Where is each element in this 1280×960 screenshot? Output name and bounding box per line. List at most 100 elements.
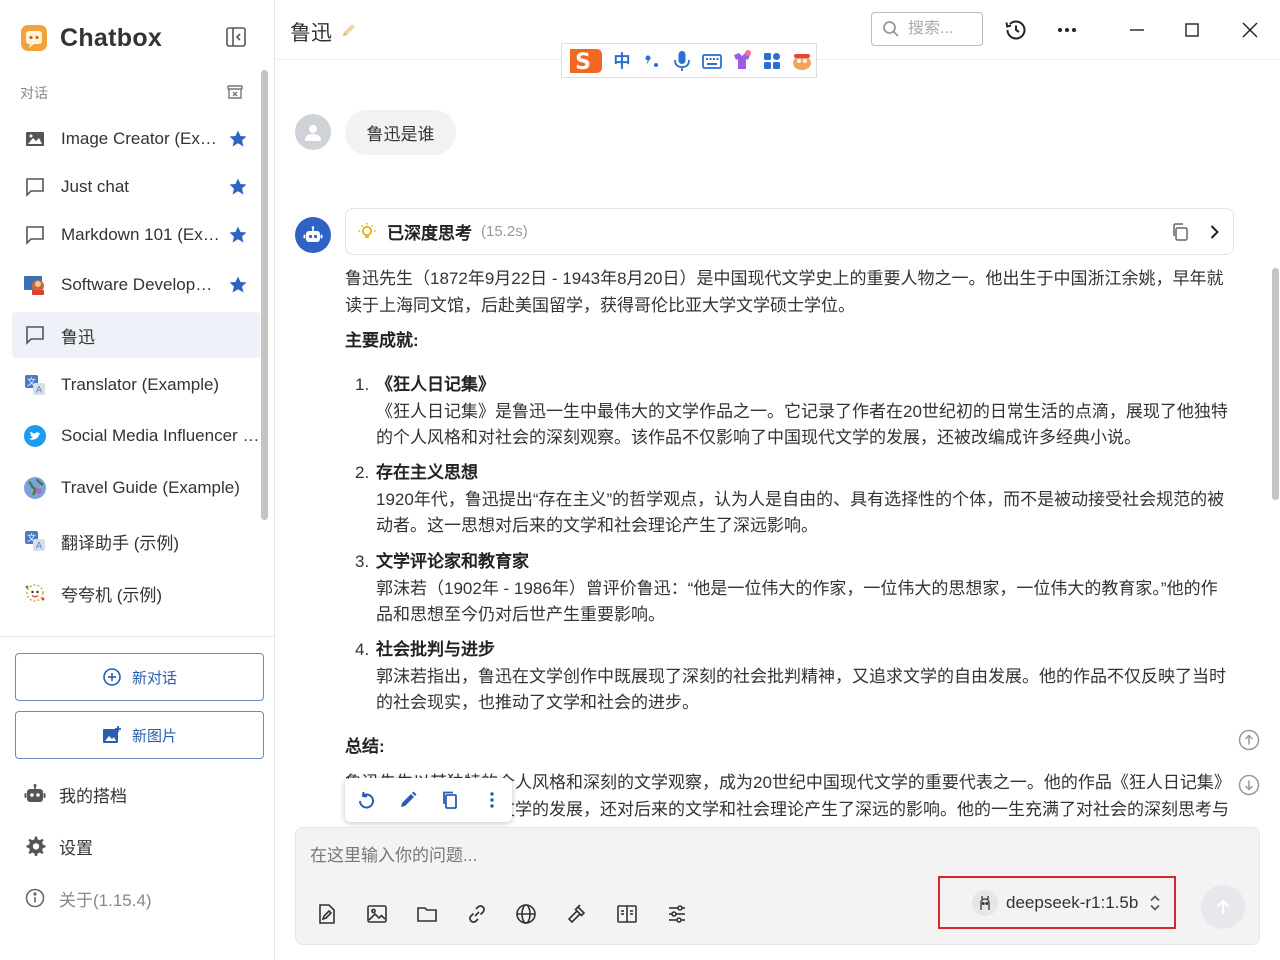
conversation-item-partial[interactable] <box>12 623 260 635</box>
arrow-up-icon <box>1213 897 1233 917</box>
new-chat-button[interactable]: 新对话 <box>15 653 264 701</box>
list-item-title: 《狂人日记集》 <box>376 375 495 394</box>
sidebar-scrollbar[interactable] <box>261 70 268 520</box>
microphone-icon[interactable] <box>668 47 696 75</box>
history-icon[interactable] <box>1003 17 1029 43</box>
new-image-label: 新图片 <box>131 727 177 745</box>
search-input[interactable] <box>908 20 978 38</box>
close-icon[interactable] <box>1237 17 1263 43</box>
mascot-icon[interactable] <box>788 47 816 75</box>
conversation-item[interactable]: Travel Guide (Example) <box>12 465 260 511</box>
edit-pencil-icon[interactable] <box>397 789 419 811</box>
list-item: 3. 文学评论家和教育家 郭沫若（1902年 - 1986年）曾评价鲁迅：“他是… <box>355 549 1230 629</box>
conversation-label: Translator (Example) <box>61 375 220 394</box>
list-item-title: 文学评论家和教育家 <box>376 552 529 571</box>
send-button[interactable] <box>1201 885 1245 929</box>
web-search-globe-icon[interactable] <box>514 902 538 926</box>
copy-icon[interactable] <box>1170 222 1190 242</box>
conversation-label: Image Creator (Example) <box>61 129 221 148</box>
model-selector[interactable]: deepseek-r1:1.5b <box>938 876 1176 929</box>
list-item: 2. 存在主义思想 1920年代，鲁迅提出“存在主义”的哲学观点，认为人是自由的… <box>355 460 1230 540</box>
chatbox-logo-icon <box>20 24 48 52</box>
knowledge-book-icon[interactable] <box>615 902 639 926</box>
clear-conversations-icon[interactable] <box>225 82 245 102</box>
list-number: 2. <box>355 463 370 482</box>
copy-icon[interactable] <box>439 789 461 811</box>
conversation-item[interactable]: Markdown 101 (Example) <box>12 212 260 258</box>
chat-bubble-icon <box>23 323 47 347</box>
attach-file-icon[interactable] <box>315 902 339 926</box>
maximize-icon[interactable] <box>1179 17 1205 43</box>
star-icon[interactable] <box>228 177 248 197</box>
summary-heading: 总结: <box>345 737 385 756</box>
unfold-chevron-icon <box>1148 893 1162 913</box>
app-name: Chatbox <box>60 23 163 52</box>
conversation-item[interactable]: Social Media Influencer (Example) <box>12 413 260 459</box>
more-vertical-icon[interactable] <box>481 789 503 811</box>
sidebar: Chatbox 对话 Image Creator (Example) Just … <box>0 0 275 960</box>
gear-icon <box>24 835 46 857</box>
star-icon[interactable] <box>228 129 248 149</box>
twitter-avatar-icon <box>23 424 47 448</box>
punctuation-icon[interactable] <box>638 47 666 75</box>
conversation-item[interactable]: Just chat <box>12 164 260 210</box>
conversation-item-active[interactable]: 鲁迅 <box>12 312 260 358</box>
thinking-panel[interactable]: 已深度思考 (15.2s) <box>345 208 1234 255</box>
chevron-right-icon[interactable] <box>1204 222 1224 242</box>
list-item: 1. 《狂人日记集》 《狂人日记集》是鲁迅一生中最伟大的文学作品之一。它记录了作… <box>355 372 1230 452</box>
answer-intro: 鲁迅先生（1872年9月22日 - 1943年8月20日）是中国现代文学史上的重… <box>345 269 1224 315</box>
regenerate-icon[interactable] <box>355 789 377 811</box>
scroll-down-icon[interactable] <box>1238 774 1260 796</box>
add-image-icon <box>102 725 122 745</box>
skin-icon[interactable] <box>728 47 756 75</box>
conversation-item[interactable]: Image Creator (Example) <box>12 116 260 162</box>
chat-scrollbar[interactable] <box>1272 268 1279 500</box>
list-number: 1. <box>355 375 370 394</box>
star-icon[interactable] <box>228 275 248 295</box>
scroll-up-icon[interactable] <box>1238 729 1260 751</box>
my-copilots-link[interactable]: 我的搭档 <box>24 779 127 809</box>
sidebar-divider <box>0 636 274 637</box>
tools-hammer-icon[interactable] <box>565 902 589 926</box>
translator-avatar-icon: 文A <box>23 373 47 397</box>
assistant-avatar <box>295 217 331 253</box>
conversation-item[interactable]: 夸夸机 (示例) <box>12 570 260 616</box>
star-icon[interactable] <box>228 225 248 245</box>
settings-sliders-icon[interactable] <box>665 902 689 926</box>
link-icon[interactable] <box>465 902 489 926</box>
list-item-title: 社会批判与进步 <box>376 640 495 659</box>
list-number: 3. <box>355 552 370 571</box>
svg-text:S: S <box>575 50 591 75</box>
message-actions-toolbar <box>345 778 512 822</box>
list-item-text: 1920年代，鲁迅提出“存在主义”的哲学观点，认为人是自由的、具有选择性的个体，… <box>376 489 1225 536</box>
chinese-mode-icon[interactable]: 中 <box>608 47 636 75</box>
keyboard-icon[interactable] <box>698 47 726 75</box>
minimize-icon[interactable] <box>1124 17 1150 43</box>
message-input[interactable] <box>310 840 1210 872</box>
list-item-title: 存在主义思想 <box>376 463 478 482</box>
more-horizontal-icon[interactable] <box>1054 17 1080 43</box>
thinking-label: 已深度思考 <box>387 224 472 243</box>
model-name: deepseek-r1:1.5b <box>1006 892 1139 912</box>
image-upload-icon[interactable] <box>365 902 389 926</box>
toolbox-grid-icon[interactable] <box>758 47 786 75</box>
conversation-item[interactable]: Software Developer (Example) <box>12 262 260 308</box>
composer: deepseek-r1:1.5b <box>295 827 1260 945</box>
conversation-label: Markdown 101 (Example) <box>61 225 221 244</box>
lightbulb-icon <box>357 222 377 242</box>
sogou-logo-icon[interactable]: S <box>566 45 606 77</box>
conversation-item[interactable]: 文A 翻译助手 (示例) <box>12 518 260 564</box>
settings-link[interactable]: 设置 <box>24 831 93 861</box>
new-image-button[interactable]: 新图片 <box>15 711 264 759</box>
conversation-item[interactable]: 文A Translator (Example) <box>12 362 260 408</box>
folder-icon[interactable] <box>415 902 439 926</box>
search-box[interactable] <box>871 12 983 46</box>
collapse-sidebar-icon[interactable] <box>224 25 248 49</box>
ime-toolbar[interactable]: S 中 <box>561 43 817 78</box>
about-link[interactable]: 关于(1.15.4) <box>24 883 152 913</box>
assistant-message: 鲁迅先生（1872年9月22日 - 1943年8月20日）是中国现代文学史上的重… <box>345 266 1235 826</box>
list-item: 4. 社会批判与进步 郭沫若指出，鲁迅在文学创作中既展现了深刻的社会批判精神，又… <box>355 637 1230 717</box>
conversation-list: Image Creator (Example) Just chat Markdo… <box>12 115 262 635</box>
pencil-icon[interactable] <box>341 22 357 38</box>
conversation-label: 鲁迅 <box>61 327 95 347</box>
